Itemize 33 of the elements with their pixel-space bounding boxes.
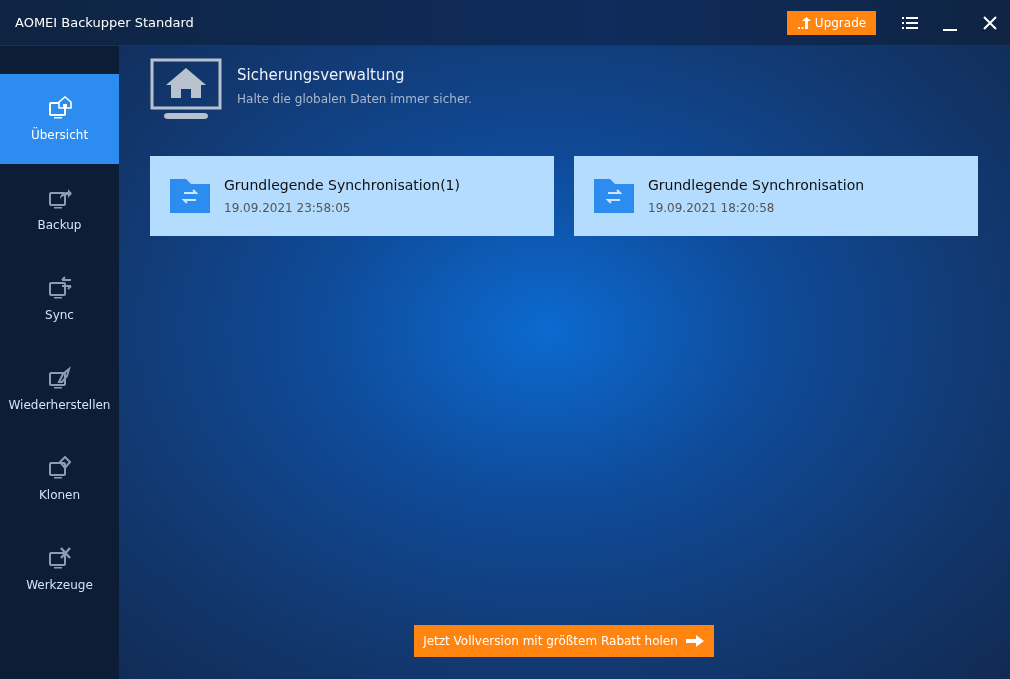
monitor-swap-arrows-icon	[46, 276, 73, 300]
page-title: Sicherungsverwaltung	[237, 66, 406, 84]
monitor-diamond-icon	[46, 456, 73, 480]
monitor-house-icon	[150, 58, 222, 120]
task-name: Grundlegende Synchronisation(1)	[224, 177, 460, 193]
monitor-house-icon	[46, 96, 73, 120]
sync-folder-icon	[170, 179, 210, 213]
window-title: AOMEI Backupper Standard	[15, 15, 195, 30]
arrow-right-icon	[685, 635, 704, 647]
sidebar-label: Übersicht	[30, 128, 89, 142]
monitor-cross-tools-icon	[46, 546, 73, 570]
sidebar-item[interactable]: Backup	[0, 164, 119, 254]
sidebar-item[interactable]: Wiederherstellen	[0, 344, 119, 434]
sidebar-item[interactable]: Klonen	[0, 434, 119, 524]
sidebar-label: Sync	[45, 308, 74, 322]
minimize-icon	[943, 28, 957, 31]
sync-task-card[interactable]: Grundlegende Synchronisation 19.09.2021 18:20:58	[574, 156, 978, 236]
sidebar-label: Klonen	[38, 488, 81, 502]
page-subtitle: Halte die globalen Daten immer sicher.	[237, 92, 472, 106]
sidebar-label: Werkzeuge	[26, 578, 93, 592]
sidebar-label: Backup	[37, 218, 82, 232]
close-icon	[983, 15, 997, 30]
task-name: Grundlegende Synchronisation	[648, 177, 865, 193]
sidebar-item[interactable]: Werkzeuge	[0, 524, 119, 614]
task-time: 19.09.2021 23:58:05	[224, 201, 352, 215]
monitor-pen-icon	[46, 366, 73, 390]
menu-icon	[902, 16, 918, 29]
sidebar-label: Wiederherstellen	[8, 398, 111, 412]
sidebar-item[interactable]: Sync	[0, 254, 119, 344]
upload-arrow-icon	[796, 16, 811, 29]
sync-task-card[interactable]: Grundlegende Synchronisation(1) 19.09.2021 23:58:05	[150, 156, 554, 236]
task-time: 19.09.2021 18:20:58	[648, 201, 776, 215]
sync-folder-icon	[594, 179, 634, 213]
